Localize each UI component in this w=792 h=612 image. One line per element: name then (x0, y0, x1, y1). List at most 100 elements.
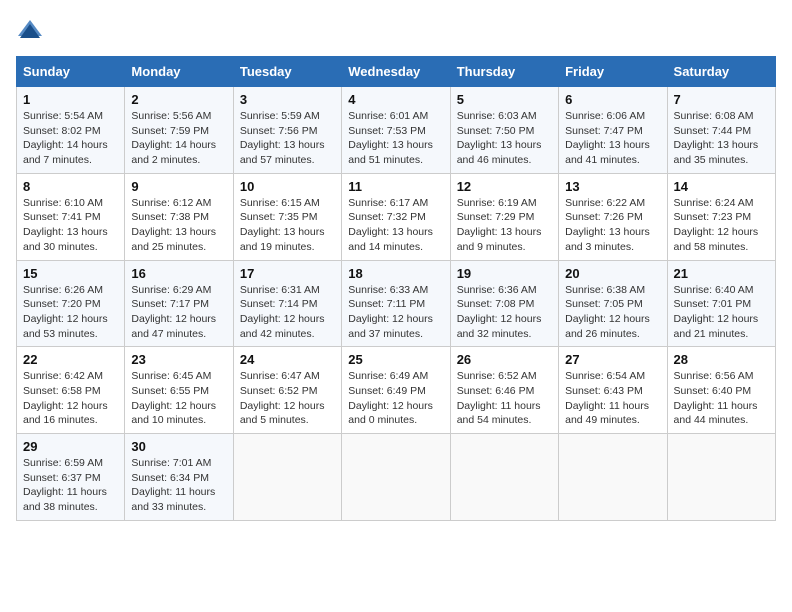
day-number: 20 (565, 266, 660, 281)
day-info: Sunrise: 6:36 AMSunset: 7:08 PMDaylight:… (457, 283, 552, 342)
day-number: 26 (457, 352, 552, 367)
page-header (16, 16, 776, 44)
calendar-cell: 13Sunrise: 6:22 AMSunset: 7:26 PMDayligh… (559, 173, 667, 260)
day-number: 5 (457, 92, 552, 107)
calendar-cell: 11 Sunrise: 6:17 AMSunset: 7:32 PMDayligh… (342, 173, 450, 260)
calendar-cell (233, 434, 341, 521)
day-info: Sunrise: 6:45 AMSunset: 6:55 PMDaylight:… (131, 369, 226, 428)
day-number: 25 (348, 352, 443, 367)
day-number: 17 (240, 266, 335, 281)
day-info: Sunrise: 6:17 AMSunset: 7:32 PMDaylight:… (348, 196, 443, 255)
day-number: 4 (348, 92, 443, 107)
day-info: Sunrise: 5:59 AMSunset: 7:56 PMDaylight:… (240, 109, 335, 168)
day-number: 24 (240, 352, 335, 367)
day-number: 1 (23, 92, 118, 107)
calendar-cell: 24 Sunrise: 6:47 AMSunset: 6:52 PMDayligh… (233, 347, 341, 434)
calendar-week-row: 22 Sunrise: 6:42 AMSunset: 6:58 PMDayligh… (17, 347, 776, 434)
day-info: Sunrise: 6:52 AMSunset: 6:46 PMDaylight:… (457, 369, 552, 428)
day-number: 23 (131, 352, 226, 367)
weekday-header: Tuesday (233, 57, 341, 87)
calendar-cell: 20Sunrise: 6:38 AMSunset: 7:05 PMDayligh… (559, 260, 667, 347)
logo-icon (16, 16, 44, 44)
calendar-cell: 10 Sunrise: 6:15 AMSunset: 7:35 PMDayligh… (233, 173, 341, 260)
calendar-cell (559, 434, 667, 521)
calendar-week-row: 29Sunrise: 6:59 AMSunset: 6:37 PMDayligh… (17, 434, 776, 521)
calendar-cell: 25 Sunrise: 6:49 AMSunset: 6:49 PMDayligh… (342, 347, 450, 434)
day-number: 8 (23, 179, 118, 194)
calendar-cell: 16 Sunrise: 6:29 AMSunset: 7:17 PMDayligh… (125, 260, 233, 347)
day-info: Sunrise: 6:12 AMSunset: 7:38 PMDaylight:… (131, 196, 226, 255)
weekday-header: Sunday (17, 57, 125, 87)
day-number: 22 (23, 352, 118, 367)
day-number: 2 (131, 92, 226, 107)
day-number: 14 (674, 179, 769, 194)
weekday-header: Wednesday (342, 57, 450, 87)
day-number: 6 (565, 92, 660, 107)
logo (16, 16, 48, 44)
calendar-cell: 28 Sunrise: 6:56 AMSunset: 6:40 PMDayligh… (667, 347, 775, 434)
calendar-cell: 12 Sunrise: 6:19 AMSunset: 7:29 PMDayligh… (450, 173, 558, 260)
calendar-cell: 9Sunrise: 6:12 AMSunset: 7:38 PMDaylight… (125, 173, 233, 260)
calendar-cell (342, 434, 450, 521)
calendar-body: 1 Sunrise: 5:54 AMSunset: 8:02 PMDaylight… (17, 87, 776, 521)
calendar-cell: 5 Sunrise: 6:03 AMSunset: 7:50 PMDaylight… (450, 87, 558, 174)
day-number: 27 (565, 352, 660, 367)
day-info: Sunrise: 6:01 AMSunset: 7:53 PMDaylight:… (348, 109, 443, 168)
day-info: Sunrise: 6:26 AMSunset: 7:20 PMDaylight:… (23, 283, 118, 342)
day-info: Sunrise: 6:42 AMSunset: 6:58 PMDaylight:… (23, 369, 118, 428)
calendar-cell: 18 Sunrise: 6:33 AMSunset: 7:11 PMDayligh… (342, 260, 450, 347)
calendar-cell: 26 Sunrise: 6:52 AMSunset: 6:46 PMDayligh… (450, 347, 558, 434)
day-info: Sunrise: 6:31 AMSunset: 7:14 PMDaylight:… (240, 283, 335, 342)
day-info: Sunrise: 6:54 AMSunset: 6:43 PMDaylight:… (565, 369, 660, 428)
calendar-week-row: 15Sunrise: 6:26 AMSunset: 7:20 PMDayligh… (17, 260, 776, 347)
day-number: 10 (240, 179, 335, 194)
weekday-header: Friday (559, 57, 667, 87)
calendar-cell: 23 Sunrise: 6:45 AMSunset: 6:55 PMDayligh… (125, 347, 233, 434)
day-info: Sunrise: 6:40 AMSunset: 7:01 PMDaylight:… (674, 283, 769, 342)
calendar: SundayMondayTuesdayWednesdayThursdayFrid… (16, 56, 776, 521)
calendar-cell: 29Sunrise: 6:59 AMSunset: 6:37 PMDayligh… (17, 434, 125, 521)
weekday-header: Saturday (667, 57, 775, 87)
day-info: Sunrise: 7:01 AMSunset: 6:34 PMDaylight:… (131, 456, 226, 515)
calendar-cell: 17 Sunrise: 6:31 AMSunset: 7:14 PMDayligh… (233, 260, 341, 347)
weekday-row: SundayMondayTuesdayWednesdayThursdayFrid… (17, 57, 776, 87)
day-info: Sunrise: 6:33 AMSunset: 7:11 PMDaylight:… (348, 283, 443, 342)
calendar-cell (450, 434, 558, 521)
calendar-cell: 15Sunrise: 6:26 AMSunset: 7:20 PMDayligh… (17, 260, 125, 347)
day-number: 3 (240, 92, 335, 107)
day-info: Sunrise: 6:59 AMSunset: 6:37 PMDaylight:… (23, 456, 118, 515)
calendar-week-row: 8 Sunrise: 6:10 AMSunset: 7:41 PMDaylight… (17, 173, 776, 260)
day-info: Sunrise: 5:54 AMSunset: 8:02 PMDaylight:… (23, 109, 118, 168)
day-number: 7 (674, 92, 769, 107)
day-info: Sunrise: 6:49 AMSunset: 6:49 PMDaylight:… (348, 369, 443, 428)
day-info: Sunrise: 6:10 AMSunset: 7:41 PMDaylight:… (23, 196, 118, 255)
day-info: Sunrise: 6:19 AMSunset: 7:29 PMDaylight:… (457, 196, 552, 255)
weekday-header: Monday (125, 57, 233, 87)
calendar-week-row: 1 Sunrise: 5:54 AMSunset: 8:02 PMDaylight… (17, 87, 776, 174)
calendar-cell (667, 434, 775, 521)
calendar-cell: 14Sunrise: 6:24 AMSunset: 7:23 PMDayligh… (667, 173, 775, 260)
day-number: 30 (131, 439, 226, 454)
day-number: 11 (348, 179, 443, 194)
calendar-cell: 22 Sunrise: 6:42 AMSunset: 6:58 PMDayligh… (17, 347, 125, 434)
calendar-cell: 2 Sunrise: 5:56 AMSunset: 7:59 PMDaylight… (125, 87, 233, 174)
calendar-cell: 8 Sunrise: 6:10 AMSunset: 7:41 PMDaylight… (17, 173, 125, 260)
calendar-cell: 7Sunrise: 6:08 AMSunset: 7:44 PMDaylight… (667, 87, 775, 174)
day-info: Sunrise: 6:22 AMSunset: 7:26 PMDaylight:… (565, 196, 660, 255)
weekday-header: Thursday (450, 57, 558, 87)
day-number: 12 (457, 179, 552, 194)
calendar-header: SundayMondayTuesdayWednesdayThursdayFrid… (17, 57, 776, 87)
calendar-cell: 6 Sunrise: 6:06 AMSunset: 7:47 PMDaylight… (559, 87, 667, 174)
calendar-cell: 4 Sunrise: 6:01 AMSunset: 7:53 PMDaylight… (342, 87, 450, 174)
day-info: Sunrise: 6:15 AMSunset: 7:35 PMDaylight:… (240, 196, 335, 255)
day-number: 21 (674, 266, 769, 281)
day-info: Sunrise: 6:03 AMSunset: 7:50 PMDaylight:… (457, 109, 552, 168)
day-info: Sunrise: 6:06 AMSunset: 7:47 PMDaylight:… (565, 109, 660, 168)
day-number: 18 (348, 266, 443, 281)
day-info: Sunrise: 5:56 AMSunset: 7:59 PMDaylight:… (131, 109, 226, 168)
day-info: Sunrise: 6:29 AMSunset: 7:17 PMDaylight:… (131, 283, 226, 342)
day-number: 16 (131, 266, 226, 281)
day-info: Sunrise: 6:56 AMSunset: 6:40 PMDaylight:… (674, 369, 769, 428)
day-number: 28 (674, 352, 769, 367)
day-info: Sunrise: 6:47 AMSunset: 6:52 PMDaylight:… (240, 369, 335, 428)
